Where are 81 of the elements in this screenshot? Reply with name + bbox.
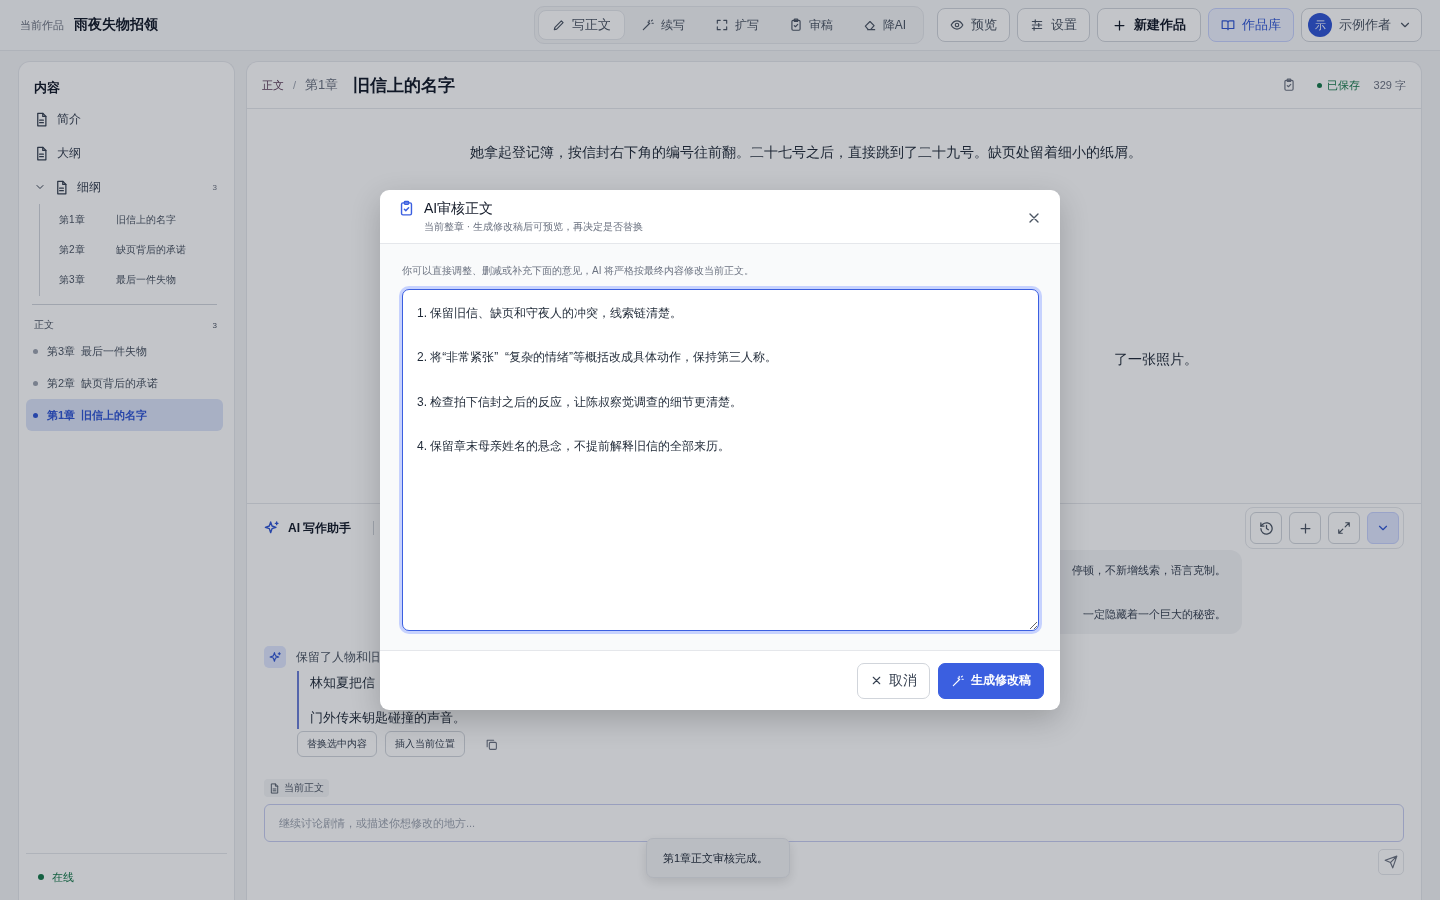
reply-summary: 保留了人物和旧 [296, 649, 381, 666]
chapter-item[interactable]: 第2章 缺页背后的承诺 [26, 367, 223, 399]
sliders-icon [1030, 18, 1044, 32]
chapter-title: 旧信上的名字 [353, 74, 456, 97]
toolbar-button[interactable]: 预览 [937, 8, 1010, 42]
pencil-icon [551, 18, 566, 32]
magic-wand-icon [951, 673, 965, 688]
item-label: 简介 [57, 110, 82, 128]
cancel-button[interactable]: 取消 [857, 662, 930, 699]
sparkle-icon [264, 520, 280, 536]
toolbar-button[interactable]: 作品库 [1208, 8, 1294, 42]
message-text: 一定隐藏着一个巨大的秘密。 [1083, 606, 1226, 622]
outline-item[interactable]: 第3章 最后一件失物 [40, 265, 223, 295]
item-label: 细纲 [77, 178, 102, 196]
copy-icon [485, 737, 498, 751]
send-icon [1384, 855, 1398, 869]
online-status: 在线 [26, 853, 227, 900]
plus-icon [1297, 520, 1313, 536]
dialog-hint: 你可以直接调整、删减或补充下面的意见，AI 将严格按最终内容修改当前正文。 [402, 264, 756, 278]
maximize-icon [1337, 521, 1351, 535]
book-icon [1221, 18, 1235, 32]
send-button[interactable] [1378, 849, 1404, 875]
close-icon [870, 674, 883, 687]
word-count: 329 字 [1373, 77, 1406, 93]
chapter-item[interactable]: 第3章 最后一件失物 [26, 335, 223, 367]
dialog-subtitle: 当前整章 · 生成修改稿后可预览，再决定是否替换 [424, 220, 644, 234]
clipboard-icon [788, 18, 803, 32]
breadcrumb-link[interactable]: 第1章 [305, 76, 339, 94]
outline-item[interactable]: 第2章 缺页背后的承诺 [40, 235, 223, 265]
work-title: 雨夜失物招领 [74, 16, 158, 34]
document-icon [34, 111, 49, 127]
user-menu[interactable]: 示 示例作者 [1301, 8, 1422, 42]
clipboard-icon [398, 200, 415, 217]
message-text: 停顿，不新增线索，语言克制。 [1072, 562, 1226, 578]
user-avatar: 示 [1308, 13, 1332, 37]
section-count: 3 [212, 320, 217, 330]
document-icon [34, 145, 49, 161]
save-status: 已保存 [1316, 77, 1360, 93]
section-title: 正文 [34, 318, 54, 332]
dialog-title: AI审核正文 [424, 200, 495, 216]
context-tag: 当前正文 [264, 779, 329, 797]
item-count: 3 [212, 182, 217, 192]
reply-action[interactable]: 替换选中内容 [297, 731, 377, 757]
history-button[interactable] [1250, 512, 1282, 544]
breadcrumb-link[interactable]: 正文 [262, 77, 284, 93]
eraser-icon [862, 18, 877, 32]
plus-icon [1112, 17, 1127, 33]
outline-item[interactable]: 第1章 旧信上的名字 [40, 205, 223, 235]
toast: 第1章正文审核完成。 [646, 838, 791, 878]
document-icon [54, 179, 69, 195]
toolbar-button[interactable]: 设置 [1017, 8, 1090, 42]
mode-tab[interactable]: 降AI [848, 10, 920, 40]
review-notes-field[interactable]: 1. 保留旧信、缺页和守夜人的冲突，线索链清楚。 2. 将“非常紧张” “复杂的情绪”等概括改成具体动作，保持第三人称。 3. 检查拍下信封之后的反应，让陈叔察觉调查的细节更清楚。 4. 保留章末母亲姓名的悬念，不提前解释旧信的全部来历。 [402, 289, 1039, 631]
chapter-item[interactable]: 第1章 旧信上的名字 [26, 399, 223, 431]
item-label: 大纲 [57, 144, 82, 162]
magic-wand-icon [640, 18, 655, 32]
paragraph: 了一张照片。 [1114, 351, 1198, 367]
expand-icon [714, 18, 729, 32]
breadcrumb-separator: / [293, 79, 297, 91]
history-icon [1258, 520, 1274, 536]
reply-action[interactable]: 插入当前位置 [385, 731, 465, 757]
paragraph: 她拿起登记簿，按信封右下角的编号往前翻。二十七号之后，直接跳到了二十九号。缺页处留着细小的纸屑。 [470, 144, 1142, 160]
toolbar-button[interactable]: 新建作品 [1097, 8, 1201, 42]
eye-icon [950, 18, 964, 32]
mode-tab[interactable]: 续写 [626, 10, 699, 40]
chat-input[interactable]: 继续讨论剧情，或描述你想修改的地方... [264, 804, 1404, 842]
sidebar-item[interactable]: 简介 [26, 102, 223, 136]
mode-tab[interactable]: 审稿 [774, 10, 847, 40]
clipboard-icon [1281, 78, 1296, 92]
mode-tab[interactable]: 扩写 [700, 10, 773, 40]
expand-button[interactable] [1328, 512, 1360, 544]
sidebar-item[interactable]: 大纲 [26, 136, 223, 170]
sidebar-title: 内容 [34, 79, 60, 97]
generate-button[interactable]: 生成修改稿 [938, 662, 1044, 699]
sidebar-item[interactable]: 细纲 3 [26, 170, 223, 204]
current-work-label: 当前作品 [20, 17, 64, 33]
assistant-title: AI 写作助手 [288, 519, 352, 537]
draft-line: 门外传来钥匙碰撞的声音。 [310, 709, 467, 727]
document-icon [269, 782, 280, 794]
mode-tab[interactable]: 写正文 [537, 10, 625, 40]
draft-line: 林知夏把信 [310, 674, 376, 692]
